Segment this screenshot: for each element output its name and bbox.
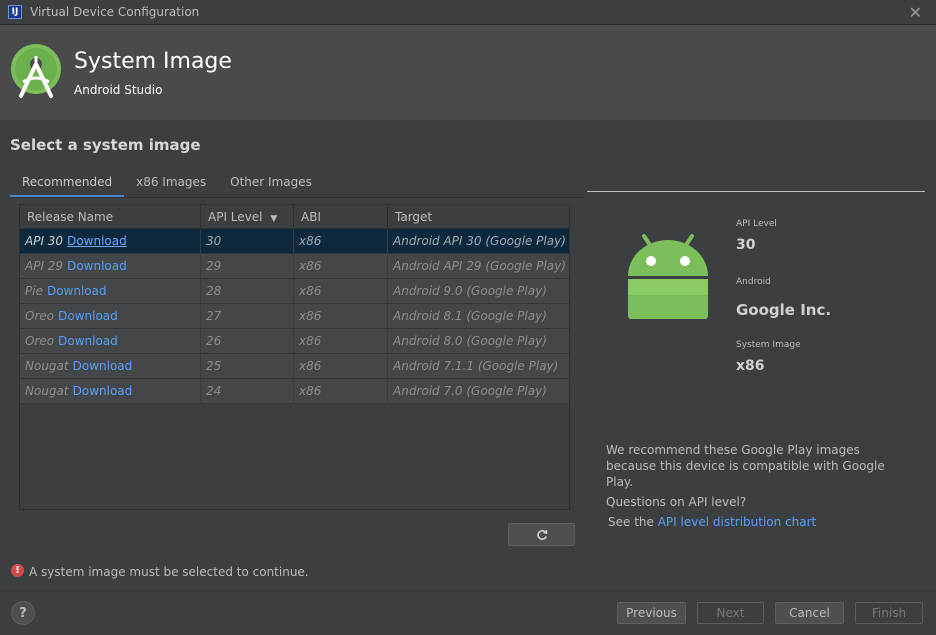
android-vendor-label: Android <box>736 277 771 287</box>
release-name-cell: API 30 Download <box>20 229 201 254</box>
tab-x86-images[interactable]: x86 Images <box>124 168 218 198</box>
release-name: Nougat <box>25 384 69 398</box>
target-cell: Android 7.0 (Google Play) <box>393 384 547 398</box>
refresh-icon <box>536 529 547 540</box>
api-level-cell: 24 <box>201 379 294 404</box>
system-image-table: Release Name API Level ▼ ABI Target API … <box>19 204 570 510</box>
abi-cell: x86 <box>294 354 388 379</box>
android-vendor-value: Google Inc. <box>736 301 832 319</box>
app-icon: IJ <box>8 5 22 19</box>
header: System Image Android Studio <box>0 25 936 120</box>
details-divider <box>587 191 925 192</box>
column-header-abi[interactable]: ABI <box>294 205 388 229</box>
abi-cell: x86 <box>294 279 388 304</box>
chart-link-line: See the API level distribution chart <box>608 515 816 529</box>
error-icon: ! <box>11 564 24 577</box>
page-title: System Image <box>74 49 232 74</box>
table-row[interactable]: Oreo Download 26 x86 Android 8.0 (Google … <box>20 329 569 354</box>
tabs-divider <box>10 197 584 198</box>
column-header-api-level-label: API Level <box>208 210 263 224</box>
table-row[interactable]: Oreo Download 27 x86 Android 8.1 (Google … <box>20 304 569 329</box>
api-distribution-chart-link[interactable]: API level distribution chart <box>658 515 817 529</box>
api-level-cell: 30 <box>201 229 294 254</box>
api-level-label: API Level <box>736 219 777 229</box>
tab-recommended[interactable]: Recommended <box>10 168 125 198</box>
api-question-text: Questions on API level? <box>606 495 747 509</box>
release-name: API 29 <box>25 259 64 273</box>
release-name-cell: Nougat Download <box>20 379 201 404</box>
download-link[interactable]: Download <box>67 259 127 273</box>
table-row[interactable]: Pie Download 28 x86 Android 9.0 (Google P… <box>20 279 569 304</box>
table-header: Release Name API Level ▼ ABI Target <box>20 205 569 229</box>
abi-cell: x86 <box>294 379 388 404</box>
column-header-api-level[interactable]: API Level ▼ <box>201 205 294 229</box>
table-row[interactable]: API 29 Download 29 x86 Android API 29 (Go… <box>20 254 569 279</box>
tab-other-images[interactable]: Other Images <box>218 168 324 198</box>
api-level-cell: 29 <box>201 254 294 279</box>
section-heading: Select a system image <box>10 136 201 154</box>
image-tabs: Recommended x86 Images Other Images <box>10 168 324 198</box>
help-button[interactable]: ? <box>11 601 35 625</box>
window-title: Virtual Device Configuration <box>30 5 200 19</box>
release-name-cell: Nougat Download <box>20 354 201 379</box>
system-image-label: System Image <box>736 340 801 350</box>
column-header-release-name[interactable]: Release Name <box>20 205 201 229</box>
api-level-value: 30 <box>736 237 756 253</box>
target-cell: Android 8.1 (Google Play) <box>393 309 547 323</box>
target-cell: Android 9.0 (Google Play) <box>393 284 547 298</box>
close-icon[interactable]: ✕ <box>909 3 922 22</box>
release-name-cell: API 29 Download <box>20 254 201 279</box>
target-cell: Android API 30 (Google Play) <box>393 234 566 248</box>
download-link[interactable]: Download <box>73 384 133 398</box>
release-name-cell: Oreo Download <box>20 304 201 329</box>
release-name: API 30 <box>25 234 64 248</box>
table-row[interactable]: Nougat Download 25 x86 Android 7.1.1 (Goo… <box>20 354 569 379</box>
download-link[interactable]: Download <box>58 309 118 323</box>
download-link[interactable]: Download <box>58 334 118 348</box>
api-level-cell: 27 <box>201 304 294 329</box>
recommendation-text: We recommend these Google Play images be… <box>606 443 885 489</box>
api-level-cell: 25 <box>201 354 294 379</box>
release-name: Nougat <box>25 359 69 373</box>
column-header-target[interactable]: Target <box>388 205 569 229</box>
refresh-button[interactable] <box>508 523 575 546</box>
abi-cell: x86 <box>294 254 388 279</box>
system-image-value: x86 <box>736 358 765 374</box>
table-row[interactable]: API 30 Download 30 x86 Android API 30 (Go… <box>20 229 569 254</box>
release-name: Oreo <box>25 309 55 323</box>
abi-cell: x86 <box>294 329 388 354</box>
table-row[interactable]: Nougat Download 24 x86 Android 7.0 (Googl… <box>20 379 569 404</box>
api-level-cell: 26 <box>201 329 294 354</box>
target-cell: Android API 29 (Google Play) <box>393 259 566 273</box>
page-subtitle: Android Studio <box>74 83 163 97</box>
download-link[interactable]: Download <box>73 359 133 373</box>
android-robot-icon <box>628 234 708 319</box>
api-level-cell: 28 <box>201 279 294 304</box>
release-name-cell: Pie Download <box>20 279 201 304</box>
release-name: Pie <box>25 284 43 298</box>
release-name: Oreo <box>25 334 55 348</box>
previous-button[interactable]: Previous <box>617 602 686 624</box>
android-studio-logo-icon <box>11 44 61 98</box>
error-message: A system image must be selected to conti… <box>29 565 309 579</box>
abi-cell: x86 <box>294 304 388 329</box>
title-bar: IJ Virtual Device Configuration ✕ <box>0 0 936 25</box>
see-the-text: See the <box>608 515 654 529</box>
target-cell: Android 8.0 (Google Play) <box>393 334 547 348</box>
release-name-cell: Oreo Download <box>20 329 201 354</box>
download-link[interactable]: Download <box>47 284 107 298</box>
next-button[interactable]: Next <box>697 602 764 624</box>
finish-button[interactable]: Finish <box>855 602 923 624</box>
cancel-button[interactable]: Cancel <box>775 602 844 624</box>
sort-descending-icon: ▼ <box>270 214 278 224</box>
target-cell: Android 7.1.1 (Google Play) <box>393 359 559 373</box>
abi-cell: x86 <box>294 229 388 254</box>
download-link[interactable]: Download <box>67 234 127 248</box>
footer-divider <box>0 590 936 591</box>
